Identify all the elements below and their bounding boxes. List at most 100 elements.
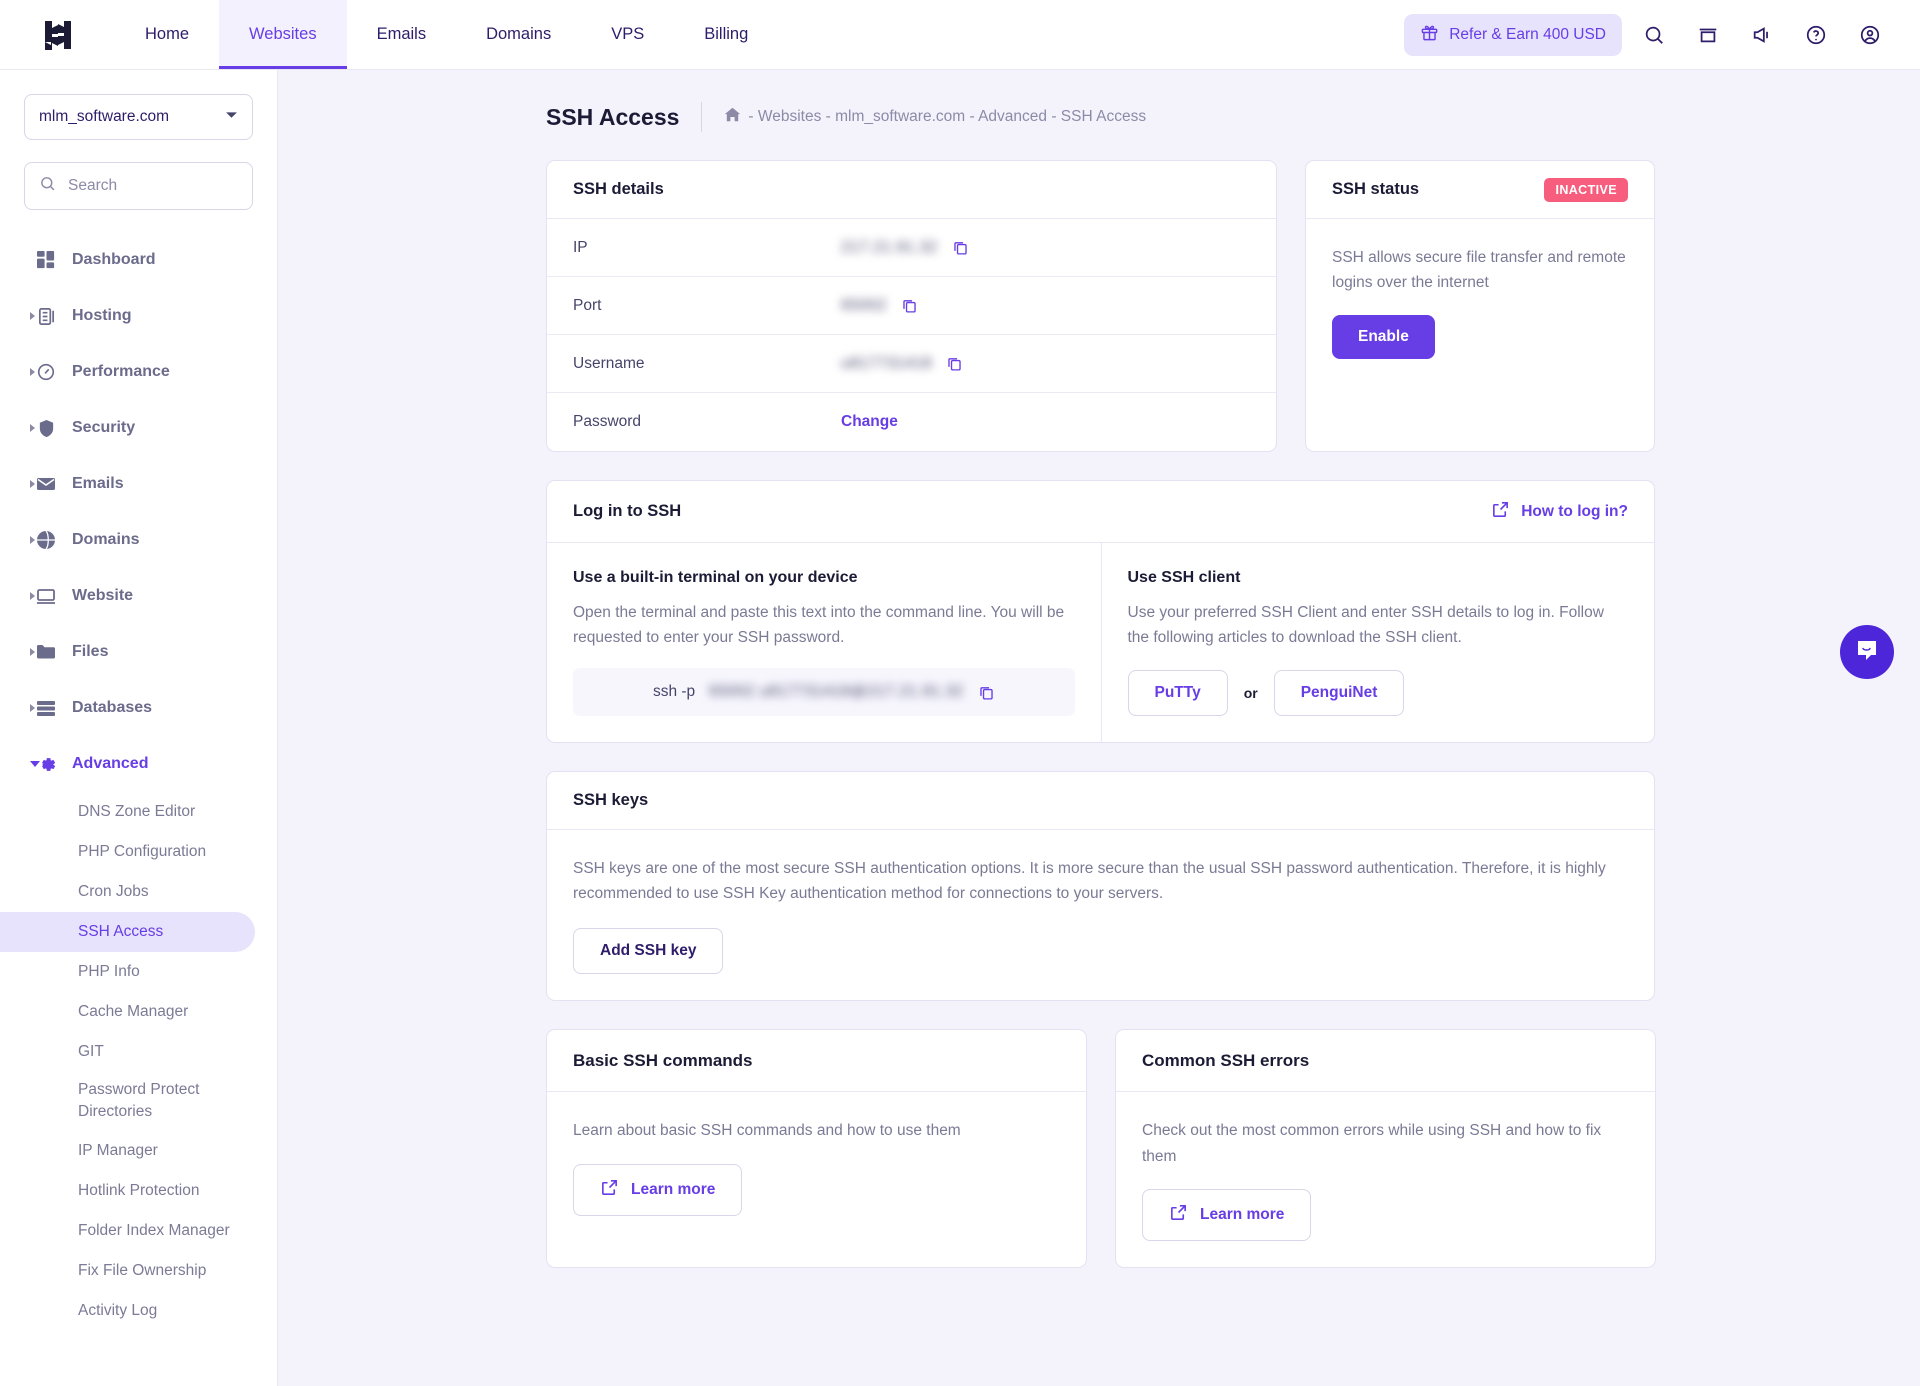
add-ssh-key-button[interactable]: Add SSH key (573, 928, 724, 975)
enable-ssh-button[interactable]: Enable (1332, 315, 1435, 360)
external-link-icon (1491, 500, 1510, 524)
chevron-right-icon (30, 312, 35, 320)
megaphone-icon[interactable] (1740, 13, 1784, 57)
sidebar-item-label: Dashboard (72, 251, 156, 268)
or-label: or (1243, 685, 1258, 702)
dashboard-icon (34, 248, 58, 272)
detail-row-port: Port 65002 (547, 277, 1276, 335)
sidebar-subitem-git[interactable]: GIT (0, 1032, 255, 1072)
sidebar-item-website[interactable]: Website (0, 568, 277, 624)
copy-icon[interactable] (901, 297, 918, 314)
card-body: SSH keys are one of the most secure SSH … (547, 830, 1654, 1000)
sidebar-subitem-ip-manager[interactable]: IP Manager (0, 1131, 255, 1171)
sidebar-item-security[interactable]: Security (0, 400, 277, 456)
login-to-ssh-card: Log in to SSH How to log in? Use a built… (546, 480, 1655, 744)
chevron-right-icon (30, 648, 35, 656)
copy-icon[interactable] (978, 684, 995, 701)
sidebar-subitem-cron-jobs[interactable]: Cron Jobs (0, 872, 255, 912)
detail-value-group: 65002 (841, 297, 918, 315)
sidebar-item-performance[interactable]: Performance (0, 344, 277, 400)
sidebar-item-label: Performance (72, 363, 170, 380)
main-nav: Home Websites Emails Domains VPS Billing (115, 0, 778, 69)
sidebar-item-hosting[interactable]: Hosting (0, 288, 277, 344)
how-to-log-in-link[interactable]: How to log in? (1491, 500, 1628, 524)
sidebar-subitem-php-info[interactable]: PHP Info (0, 952, 255, 992)
external-link-icon (1169, 1203, 1188, 1227)
sidebar-item-label: Databases (72, 699, 153, 716)
card-header: Log in to SSH How to log in? (547, 481, 1654, 543)
ssh-status-title: SSH status (1332, 180, 1420, 198)
detail-row-username: Username u817731418 (547, 335, 1276, 393)
ssh-client-column: Use SSH client Use your preferred SSH Cl… (1100, 543, 1655, 743)
sidebar-item-databases[interactable]: Databases (0, 680, 277, 736)
learn-more-label: Learn more (631, 1180, 716, 1198)
copy-icon[interactable] (952, 239, 969, 256)
search-icon[interactable] (1632, 13, 1676, 57)
sidebar-subitem-hotlink-protection[interactable]: Hotlink Protection (0, 1171, 255, 1211)
copy-icon[interactable] (946, 355, 963, 372)
nav-vps[interactable]: VPS (581, 0, 674, 69)
store-icon[interactable] (1686, 13, 1730, 57)
refer-and-earn-button[interactable]: Refer & Earn 400 USD (1404, 13, 1622, 56)
nav-websites[interactable]: Websites (219, 0, 347, 69)
learn-more-label: Learn more (1200, 1205, 1285, 1223)
detail-value-group: Change (841, 413, 898, 431)
common-errors-learn-more-button[interactable]: Learn more (1142, 1188, 1312, 1241)
sidebar-subitem-cache-manager[interactable]: Cache Manager (0, 992, 255, 1032)
sidebar-item-label: Files (72, 643, 109, 660)
sidebar-subitem-password-protect-directories[interactable]: Password Protect Directories (0, 1072, 255, 1131)
breadcrumb-text: - Websites - mlm_software.com - Advanced… (748, 108, 1147, 125)
page-title: SSH Access (546, 103, 680, 130)
nav-emails[interactable]: Emails (347, 0, 457, 69)
change-password-link[interactable]: Change (841, 413, 898, 431)
home-icon[interactable] (724, 106, 741, 128)
chat-widget-button[interactable] (1840, 625, 1894, 679)
ssh-keys-title: SSH keys (573, 791, 649, 810)
sidebar-subitem-ssh-access[interactable]: SSH Access (0, 912, 255, 952)
sidebar-subitem-activity-log[interactable]: Activity Log (0, 1291, 255, 1331)
sidebar-item-dashboard[interactable]: Dashboard (0, 232, 277, 288)
hostinger-logo[interactable] (0, 0, 115, 69)
putty-button[interactable]: PuTTy (1127, 670, 1228, 717)
database-icon (34, 696, 58, 720)
nav-domains[interactable]: Domains (456, 0, 581, 69)
sidebar-search[interactable] (24, 162, 253, 210)
card-header: SSH status INACTIVE (1306, 161, 1654, 219)
domain-selector[interactable]: mlm_software.com (24, 94, 253, 140)
status-badge: INACTIVE (1544, 177, 1628, 202)
sidebar-subitem-folder-index-manager[interactable]: Folder Index Manager (0, 1211, 255, 1251)
top-navigation-bar: Home Websites Emails Domains VPS Billing… (0, 0, 1920, 70)
top-row: SSH details IP 217.21.91.32 Port 65002 U… (546, 160, 1920, 452)
nav-home[interactable]: Home (115, 0, 219, 69)
sidebar-item-domains[interactable]: Domains (0, 512, 277, 568)
sidebar-item-label: Emails (72, 475, 124, 492)
sidebar-item-advanced[interactable]: Advanced (0, 736, 277, 792)
sidebar-subitem-dns-zone-editor[interactable]: DNS Zone Editor (0, 792, 255, 832)
sidebar-nav: Dashboard Hosting Performance Security E… (0, 232, 277, 1331)
ssh-details-rows: IP 217.21.91.32 Port 65002 Username u817… (547, 219, 1276, 451)
how-to-log-in-label: How to log in? (1521, 502, 1628, 520)
sidebar-subitem-fix-file-ownership[interactable]: Fix File Ownership (0, 1251, 255, 1291)
help-circle-icon[interactable] (1794, 13, 1838, 57)
sidebar-subitem-php-configuration[interactable]: PHP Configuration (0, 832, 255, 872)
sidebar-item-emails[interactable]: Emails (0, 456, 277, 512)
chevron-right-icon (30, 536, 35, 544)
ssh-client-description: Use your preferred SSH Client and enter … (1127, 604, 1604, 647)
basic-commands-learn-more-button[interactable]: Learn more (573, 1163, 743, 1216)
penguinet-button[interactable]: PenguiNet (1273, 670, 1405, 717)
sidebar-item-files[interactable]: Files (0, 624, 277, 680)
card-header: Basic SSH commands (547, 1030, 1086, 1093)
chevron-right-icon (30, 368, 35, 376)
account-circle-icon[interactable] (1848, 13, 1892, 57)
terminal-heading: Use a built-in terminal on your device (573, 569, 858, 586)
breadcrumb: - Websites - mlm_software.com - Advanced… (724, 106, 1146, 128)
ip-value: 217.21.91.32 (841, 238, 938, 256)
divider (701, 102, 703, 132)
chevron-down-icon (30, 761, 40, 767)
ssh-status-description: SSH allows secure file transfer and remo… (1332, 249, 1626, 292)
globe-icon (34, 528, 58, 552)
nav-billing[interactable]: Billing (674, 0, 778, 69)
ssh-command-prefix: ssh -p (652, 683, 696, 701)
search-input[interactable] (68, 177, 238, 195)
chevron-right-icon (30, 592, 35, 600)
